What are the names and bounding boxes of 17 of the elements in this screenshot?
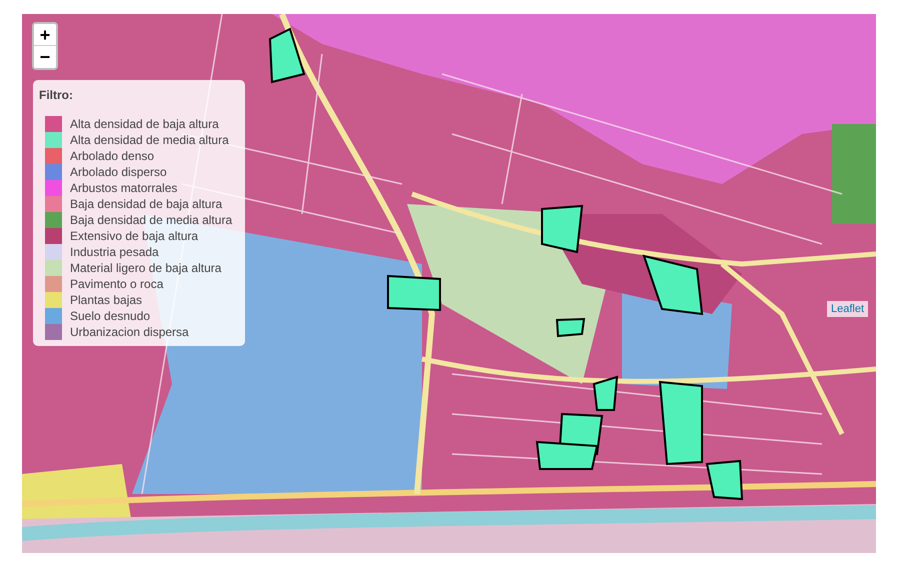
zoom-in-button[interactable]: + (34, 24, 56, 46)
legend-label: Urbanizacion dispersa (70, 325, 189, 339)
legend-label: Alta densidad de media altura (70, 133, 229, 147)
legend-label: Arbolado disperso (70, 165, 167, 179)
legend-label: Material ligero de baja altura (70, 261, 222, 275)
legend-title: Filtro: (39, 88, 73, 102)
legend-label: Extensivo de baja altura (70, 229, 198, 243)
legend-label: Suelo desnudo (70, 309, 150, 323)
legend-label: Baja densidad de baja altura (70, 197, 222, 211)
legend-label: Industria pesada (70, 245, 159, 259)
legend-label: Arbustos matorrales (70, 181, 178, 195)
legend-label: Arbolado denso (70, 149, 154, 163)
legend-label: Pavimento o roca (70, 277, 164, 291)
legend-label: Alta densidad de baja altura (70, 117, 219, 131)
attribution-link[interactable]: Leaflet (826, 301, 868, 317)
legend-label: Baja densidad de media altura (70, 213, 232, 227)
legend-label: Plantas bajas (70, 293, 142, 307)
